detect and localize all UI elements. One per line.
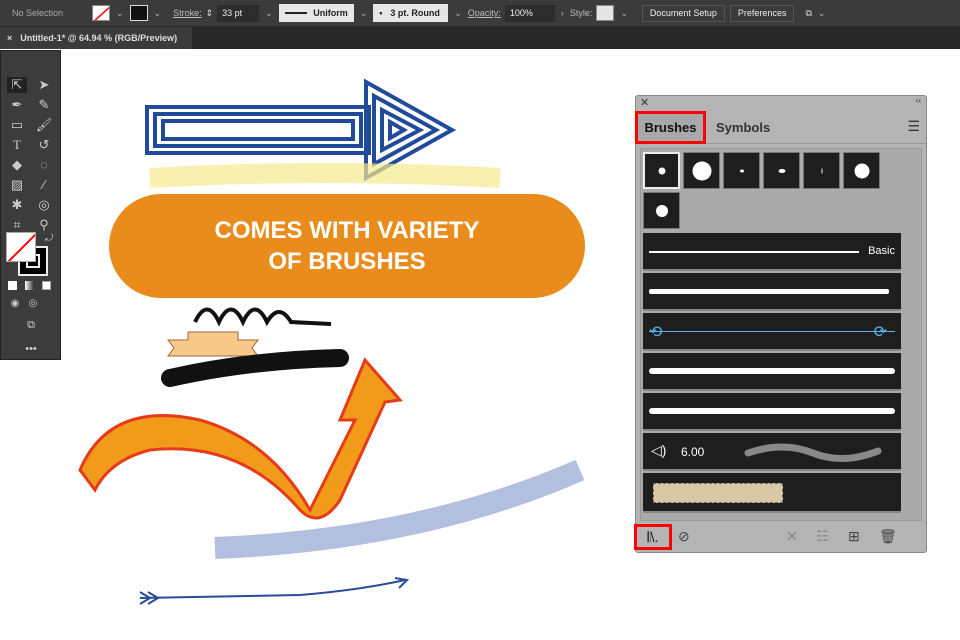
more-tools-icon[interactable]: ••• xyxy=(21,341,41,357)
panel-menu-icon[interactable]: ☰ xyxy=(907,118,920,135)
fill-color-box[interactable] xyxy=(6,232,36,262)
document-tab-bar: × Untitled-1* @ 64.94 % (RGB/Preview) xyxy=(0,27,960,49)
stepper-icon[interactable]: ⇕ xyxy=(206,8,214,19)
chevron-down-icon[interactable]: ⌄ xyxy=(154,8,162,19)
new-brush-icon[interactable]: ⊞ xyxy=(848,528,860,545)
gradient-tool-icon[interactable]: ▨ xyxy=(7,177,27,193)
control-bar: No Selection ⌄ ⌄ Stroke: ⇕ 33 pt ⌄ Unifo… xyxy=(0,0,960,27)
brush-basic[interactable]: Basic xyxy=(643,233,901,271)
bristle-brush-icon: ◁) xyxy=(651,442,667,458)
gradient-mode-icon[interactable] xyxy=(25,281,34,290)
opacity-label: Opacity: xyxy=(467,8,501,18)
banner-line-1: COMES WITH VARIETY xyxy=(214,217,480,244)
color-mode-icon[interactable] xyxy=(8,281,17,290)
brush-charcoal-3[interactable] xyxy=(643,393,901,431)
variable-width-profile[interactable]: Uniform xyxy=(278,4,354,22)
chevron-down-icon[interactable]: ⌄ xyxy=(454,8,462,19)
brush-calligraphic-1[interactable] xyxy=(643,152,680,189)
fill-swatch[interactable] xyxy=(92,5,110,21)
artboard-tool-icon[interactable]: ⌗ xyxy=(7,217,27,233)
document-setup-button[interactable]: Document Setup xyxy=(641,4,725,22)
brush-bristle[interactable]: ◁) 6.00 xyxy=(643,433,901,471)
black-brush-stroke xyxy=(161,349,349,387)
rectangle-tool-icon[interactable]: ▭ xyxy=(7,117,27,133)
ribbon xyxy=(167,331,259,357)
chevron-down-icon[interactable]: ⌄ xyxy=(116,8,124,19)
brush-calligraphic-2[interactable] xyxy=(683,152,720,189)
direct-selection-tool-icon[interactable]: ➤ xyxy=(34,77,54,93)
brush-calligraphic-7[interactable] xyxy=(643,192,680,229)
brush-charcoal-2[interactable] xyxy=(643,353,901,391)
tab-brushes[interactable]: Brushes xyxy=(635,111,706,144)
brush-calligraphic-5[interactable] xyxy=(803,152,840,189)
preferences-button[interactable]: Preferences xyxy=(729,4,795,22)
collapse-panel-icon[interactable]: ‹‹ xyxy=(916,96,921,105)
tools-panel: ⇱ ➤ ✒ ✎ ▭ 🖌 T ↺ ◆ ◌ ▨ ⁄ ✱ ◎ ⌗ ⚲ ⤾ ◉ ◎ ⧉ … xyxy=(0,50,61,360)
yellow-stroke xyxy=(149,163,501,188)
orange-arrow xyxy=(78,357,403,520)
headline-banner: COMES WITH VARIETY OF BRUSHES xyxy=(109,194,585,298)
brush-pattern-arrow[interactable]: ⟲ ⟳ xyxy=(643,313,901,351)
selection-status: No Selection xyxy=(12,8,64,18)
brush-calligraphic-4[interactable] xyxy=(763,152,800,189)
chevron-down-icon[interactable]: ⌄ xyxy=(620,8,628,19)
style-label: Style: xyxy=(569,8,593,18)
document-tab[interactable]: × Untitled-1* @ 64.94 % (RGB/Preview) xyxy=(0,27,192,49)
selection-tool-icon[interactable]: ⇱ xyxy=(7,77,27,93)
tab-symbols[interactable]: Symbols xyxy=(716,120,770,135)
panel-tab-bar: Brushes Symbols ☰ xyxy=(635,110,926,144)
blend-tool-icon[interactable]: ◎ xyxy=(34,197,54,213)
stroke-weight-input[interactable]: 33 pt xyxy=(217,4,260,22)
screen-mode-icon[interactable]: ⧉ xyxy=(21,317,41,333)
lasso-tool-icon[interactable]: ◌ xyxy=(34,157,54,173)
bristle-value: 6.00 xyxy=(681,445,705,459)
close-tab-icon[interactable]: × xyxy=(7,33,12,43)
brush-calligraphic-3[interactable] xyxy=(723,152,760,189)
blue-fletched-arrow xyxy=(139,579,406,599)
chevron-down-icon[interactable]: ⌄ xyxy=(360,8,368,19)
brushes-panel: ✕ ‹‹ Brushes Symbols ☰ Basic ⟲ ⟳ ◁) 6.00 … xyxy=(634,95,927,553)
brush-libraries-menu-icon[interactable]: 𝄃\. xyxy=(634,524,672,550)
brush-pattern-border[interactable] xyxy=(643,473,901,513)
eyedropper-tool-icon[interactable]: ⁄ xyxy=(34,177,54,193)
draw-behind-icon[interactable]: ◎ xyxy=(23,296,43,312)
paintbrush-tool-icon[interactable]: 🖌 xyxy=(34,117,54,133)
rotate-tool-icon[interactable]: ↺ xyxy=(34,137,54,153)
type-tool-icon[interactable]: T xyxy=(7,137,27,153)
libraries-panel-icon[interactable]: ⊘ xyxy=(678,528,690,545)
curvature-tool-icon[interactable]: ✎ xyxy=(34,97,54,113)
brush-charcoal-1[interactable] xyxy=(643,273,901,311)
arrange-documents-icon[interactable]: ⧉ xyxy=(805,8,811,19)
close-panel-icon[interactable]: ✕ xyxy=(640,96,649,109)
chevron-down-icon[interactable]: ⌄ xyxy=(265,8,273,19)
swap-colors-icon[interactable]: ⤾ xyxy=(39,231,59,247)
eraser-tool-icon[interactable]: ◆ xyxy=(7,157,27,173)
stroke-swatch[interactable] xyxy=(129,5,148,21)
draw-normal-icon[interactable]: ◉ xyxy=(5,296,25,312)
chevron-right-icon[interactable]: › xyxy=(561,8,564,18)
delete-brush-icon[interactable]: 🗑 xyxy=(879,528,897,545)
pen-tool-icon[interactable]: ✒ xyxy=(7,97,27,113)
scallop-stroke xyxy=(193,307,332,327)
brush-calligraphic-6[interactable] xyxy=(843,152,880,189)
none-mode-icon[interactable] xyxy=(42,281,51,290)
brush-options-icon[interactable]: ☷ xyxy=(816,528,829,545)
style-swatch[interactable] xyxy=(596,5,615,21)
brush-definition[interactable]: • 3 pt. Round xyxy=(373,4,449,22)
opacity-input[interactable]: 100% xyxy=(504,4,555,22)
banner-line-2: OF BRUSHES xyxy=(268,248,426,275)
chevron-down-icon[interactable]: ⌄ xyxy=(818,8,826,19)
stroke-label: Stroke: xyxy=(173,8,202,18)
remove-brush-stroke-icon[interactable]: ✕ xyxy=(786,528,798,545)
puppet-warp-tool-icon[interactable]: ✱ xyxy=(7,197,27,213)
document-title: Untitled-1* @ 64.94 % (RGB/Preview) xyxy=(20,33,178,43)
